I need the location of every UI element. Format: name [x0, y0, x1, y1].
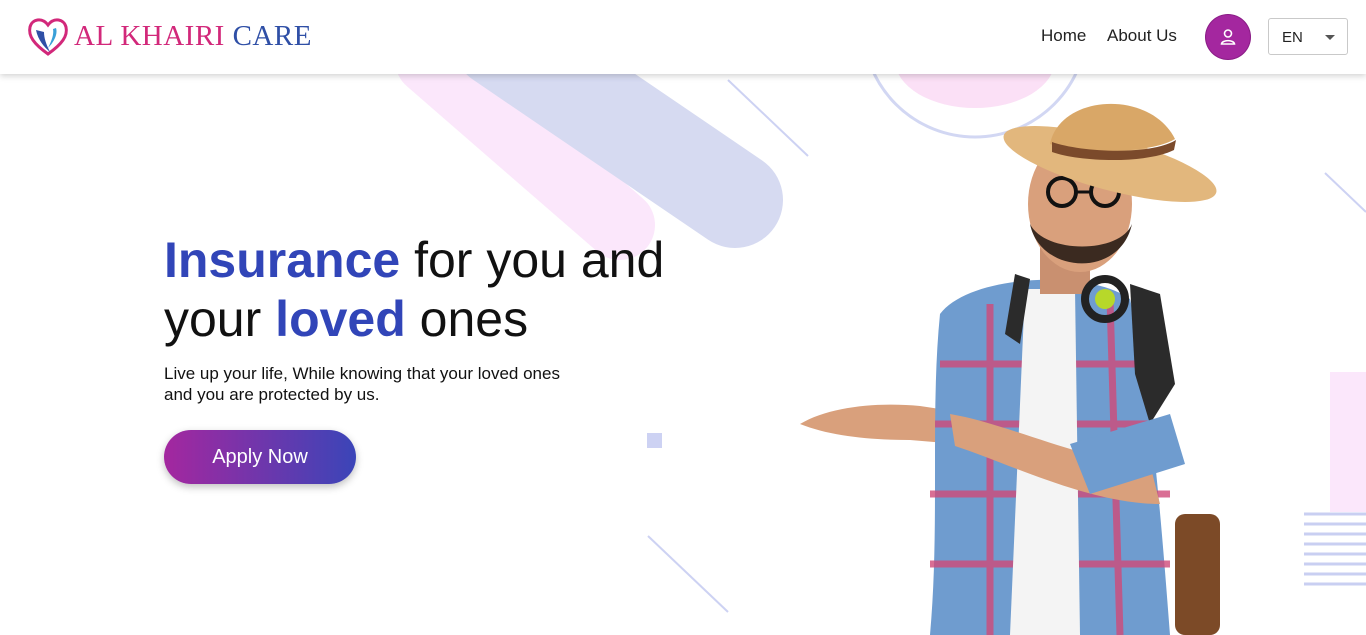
subtitle-line-2: and you are protected by us.: [164, 385, 380, 404]
user-account-button[interactable]: [1206, 15, 1250, 59]
title-accent-loved: loved: [275, 291, 406, 347]
top-navbar: AL KHAIRI CARE Home About Us EN: [0, 0, 1366, 74]
hero-subtitle: Live up your life, While knowing that yo…: [164, 363, 604, 405]
language-value: EN: [1282, 29, 1303, 46]
title-text-3: ones: [405, 291, 529, 347]
apply-now-button[interactable]: Apply Now: [164, 430, 356, 484]
title-text-2: your: [164, 291, 276, 347]
hero-title: Insurance for you and your loved ones: [164, 231, 664, 349]
heart-hands-logo-icon: [28, 18, 68, 56]
nav-home-link[interactable]: Home: [1041, 26, 1086, 46]
subtitle-line-1: Live up your life, While knowing that yo…: [164, 364, 560, 383]
nav-about-link[interactable]: About Us: [1107, 26, 1177, 46]
chevron-down-icon: [1325, 35, 1335, 40]
language-select[interactable]: EN: [1268, 18, 1348, 55]
brand-logo[interactable]: AL KHAIRI CARE: [26, 14, 312, 58]
hero-person-image: [800, 103, 1220, 635]
user-icon: [1220, 29, 1236, 45]
title-accent-insurance: Insurance: [164, 232, 401, 288]
brand-name: AL KHAIRI CARE: [74, 19, 312, 52]
title-text-1: for you and: [400, 232, 665, 288]
